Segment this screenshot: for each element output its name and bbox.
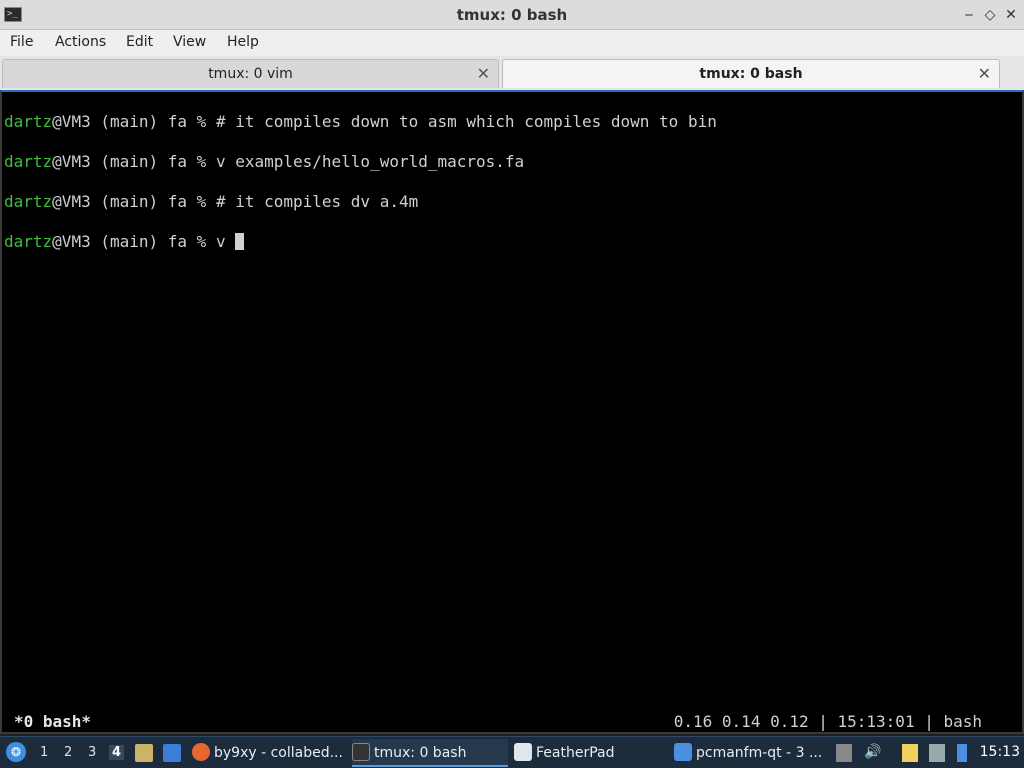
close-window-button[interactable]: ✕	[1002, 6, 1020, 24]
tab-label: tmux: 0 vim	[208, 66, 293, 82]
command-text: v examples/hello_world_macros.fa	[215, 152, 525, 171]
terminal-line: dartz@VM3 (main) fa % v examples/hello_w…	[4, 152, 524, 171]
workspace-2[interactable]: 2	[64, 745, 72, 760]
firefox-icon	[192, 743, 210, 761]
window-titlebar: >_ tmux: 0 bash ‒ ◇ ✕	[0, 0, 1024, 30]
command-text: # it compiles down to asm which compiles…	[215, 112, 717, 131]
prompt-user: dartz	[4, 192, 53, 211]
task-pcmanfm[interactable]: pcmanfm-qt - 3 ...	[674, 739, 830, 767]
prompt-host: @VM3 (main) fa %	[52, 152, 216, 171]
file-manager-launcher-icon[interactable]	[135, 744, 153, 762]
close-tab-icon[interactable]: ✕	[477, 64, 490, 83]
notes-icon[interactable]	[902, 744, 918, 762]
task-label: pcmanfm-qt - 3 ...	[696, 745, 823, 761]
menu-bar: File Actions Edit View Help	[0, 30, 1024, 56]
prompt-host: @VM3 (main) fa %	[52, 112, 216, 131]
terminal-line: dartz@VM3 (main) fa % # it compiles down…	[4, 112, 717, 131]
task-featherpad[interactable]: FeatherPad	[514, 739, 670, 767]
menu-file[interactable]: File	[10, 34, 33, 50]
terminal-line-current[interactable]: dartz@VM3 (main) fa % v	[4, 232, 245, 251]
folder-icon	[674, 743, 692, 761]
tab-bar: tmux: 0 vim ✕ tmux: 0 bash ✕	[0, 56, 1024, 90]
volume-icon[interactable]: 🔊	[864, 744, 881, 762]
clipboard-icon[interactable]	[836, 744, 852, 762]
prompt-host: @VM3 (main) fa %	[52, 232, 216, 251]
text-cursor	[235, 233, 245, 250]
start-menu-icon[interactable]: ❂	[6, 742, 26, 762]
menu-actions[interactable]: Actions	[55, 34, 106, 50]
task-terminal[interactable]: tmux: 0 bash	[352, 739, 508, 767]
prompt-host: @VM3 (main) fa %	[52, 192, 216, 211]
prompt-user: dartz	[4, 112, 53, 131]
workspace-3[interactable]: 3	[88, 745, 96, 760]
terminal-area[interactable]: dartz@VM3 (main) fa % # it compiles down…	[0, 90, 1024, 734]
menu-help[interactable]: Help	[227, 34, 259, 50]
network-icon[interactable]	[929, 744, 945, 762]
workspace-4[interactable]: 4	[109, 745, 125, 760]
prompt-user: dartz	[4, 152, 53, 171]
tmux-status-right: 0.16 0.14 0.12 | 15:13:01 | bash	[673, 712, 982, 731]
update-icon[interactable]	[957, 744, 967, 762]
prompt-user: dartz	[4, 232, 53, 251]
tab-bash[interactable]: tmux: 0 bash ✕	[502, 59, 1000, 88]
window-title: tmux: 0 bash	[456, 6, 568, 24]
close-tab-icon[interactable]: ✕	[978, 64, 991, 83]
terminal-icon	[352, 743, 370, 761]
taskbar: ❂ 1 2 3 4 by9xy - collabed... tmux: 0 ba…	[0, 736, 1024, 768]
tab-vim[interactable]: tmux: 0 vim ✕	[2, 59, 499, 88]
menu-edit[interactable]: Edit	[126, 34, 153, 50]
menu-view[interactable]: View	[173, 34, 206, 50]
desktop-launcher-icon[interactable]	[163, 744, 181, 762]
task-label: FeatherPad	[536, 745, 615, 761]
command-text: v	[215, 232, 236, 251]
minimize-button[interactable]: ‒	[960, 6, 978, 24]
task-firefox[interactable]: by9xy - collabed...	[192, 739, 348, 767]
tab-label: tmux: 0 bash	[699, 66, 803, 82]
tmux-window-status: *0 bash*	[14, 712, 92, 731]
clock[interactable]: 15:13	[980, 744, 1020, 760]
maximize-button[interactable]: ◇	[981, 6, 999, 24]
featherpad-icon	[514, 743, 532, 761]
terminal-line: dartz@VM3 (main) fa % # it compiles dv a…	[4, 192, 418, 211]
workspace-1[interactable]: 1	[40, 745, 48, 760]
task-label: tmux: 0 bash	[374, 745, 467, 761]
task-label: by9xy - collabed...	[214, 745, 343, 761]
command-text: # it compiles dv a.4m	[215, 192, 419, 211]
